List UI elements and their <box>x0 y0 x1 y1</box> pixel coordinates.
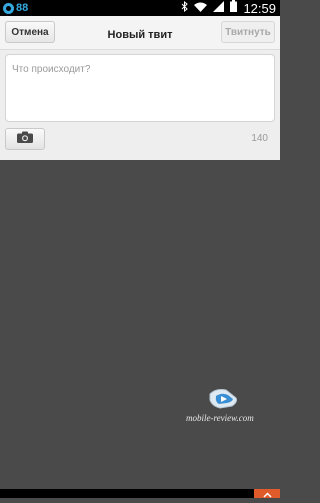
battery-icon <box>230 0 238 17</box>
signal-icon <box>213 0 225 17</box>
tweet-button[interactable]: Твитнуть <box>221 21 275 43</box>
bottom-bar <box>0 489 280 498</box>
status-time: 12:59 <box>243 0 276 16</box>
attach-photo-button[interactable] <box>5 128 45 150</box>
status-bar: 88 12:59 <box>0 0 280 16</box>
tweet-placeholder: Что происходит? <box>12 64 91 75</box>
compose-panel: Что происходит? 140 <box>0 50 280 160</box>
watermark-text: mobile-review.com <box>186 413 254 423</box>
notification-app-icon <box>3 2 14 14</box>
status-right: 12:59 <box>181 0 276 16</box>
scroll-up-button[interactable] <box>254 489 280 498</box>
watermark: mobile-review.com <box>186 386 266 423</box>
character-counter: 140 <box>251 133 268 144</box>
chevron-up-icon <box>262 485 272 503</box>
bluetooth-icon <box>181 0 189 17</box>
tweet-text-input[interactable]: Что происходит? <box>5 54 275 122</box>
action-bar: Отмена Новый твит Твитнуть <box>0 16 280 50</box>
wifi-icon <box>194 0 208 17</box>
notification-count: 88 <box>16 2 29 14</box>
camera-icon <box>17 130 33 148</box>
page-title: Новый твит <box>107 29 173 41</box>
cancel-button[interactable]: Отмена <box>5 21 55 43</box>
status-left: 88 <box>3 1 28 15</box>
